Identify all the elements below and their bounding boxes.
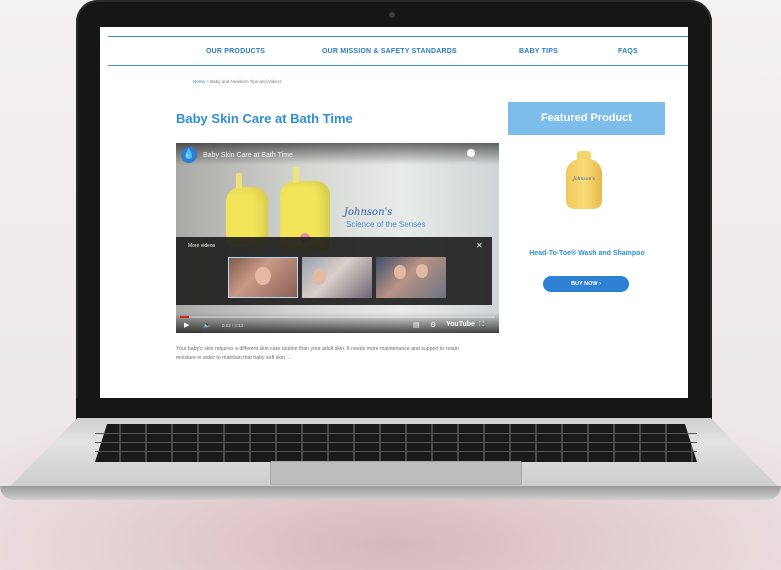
video-progress-fill <box>180 316 190 318</box>
subtitles-icon[interactable]: ▤ <box>413 321 420 329</box>
video-controls: ▶ 🔈 0:02 / 2:13 ▤ ⚙ YouTube ⛶ <box>176 313 499 333</box>
trackpad <box>270 461 522 485</box>
breadcrumb-current[interactable]: Baby and Newborn Tips and Videos <box>210 79 281 84</box>
video-player[interactable]: Johnson's Science of the Senses 💧 Baby S… <box>176 143 499 333</box>
keyboard <box>95 424 697 462</box>
watch-later-icon[interactable] <box>467 149 475 157</box>
webcam-icon <box>389 12 395 18</box>
nav-item-our-products[interactable]: OUR PRODUCTS <box>206 48 265 55</box>
watch-later-label: Watch later <box>455 160 476 165</box>
video-time: 0:02 / 2:13 <box>222 323 244 328</box>
more-videos-panel: More videos ✕ <box>176 237 492 305</box>
youtube-logo[interactable]: YouTube <box>446 321 475 328</box>
header-top-line <box>108 36 688 37</box>
page-title: Baby Skin Care at Bath Time <box>176 111 353 126</box>
bottle-pump-image-2 <box>293 167 299 183</box>
main-nav: OUR PRODUCTS OUR MISSION & SAFETY STANDA… <box>100 41 688 65</box>
product-name-link[interactable]: Head-To-Toe® Wash and Shampoo <box>525 249 649 258</box>
play-icon[interactable]: ▶ <box>184 321 189 329</box>
video-brand-logo: Johnson's <box>344 207 393 218</box>
article-description: Your baby's skin requires a different sk… <box>176 346 459 361</box>
nav-item-faqs[interactable]: FAQS <box>618 48 638 55</box>
keyboard-row-divider <box>95 442 697 443</box>
fullscreen-icon[interactable]: ⛶ <box>479 321 484 329</box>
close-icon[interactable]: ✕ <box>476 241 483 250</box>
featured-product-heading: Featured Product <box>508 102 665 135</box>
breadcrumb-home-link[interactable]: Home <box>193 79 205 84</box>
laptop-front-edge <box>0 486 781 500</box>
channel-logo-icon[interactable]: 💧 <box>181 147 197 163</box>
bottle-pump-image <box>236 173 242 189</box>
laptop-screen: OUR PRODUCTS OUR MISSION & SAFETY STANDA… <box>100 27 688 398</box>
product-bottle-label: Johnson's <box>573 177 595 182</box>
screen-bottom-bezel <box>76 398 712 420</box>
more-videos-label: More videos <box>188 243 216 249</box>
thumbnail-face-image <box>394 265 406 279</box>
thumbnail-face-image <box>312 269 326 285</box>
nav-item-baby-tips[interactable]: BABY TIPS <box>519 48 558 55</box>
settings-gear-icon[interactable]: ⚙ <box>430 321 436 329</box>
breadcrumb-separator: > <box>206 79 209 84</box>
volume-icon[interactable]: 🔈 <box>203 321 212 329</box>
video-thumbnail[interactable] <box>302 257 372 298</box>
keyboard-row-divider <box>95 451 697 452</box>
buy-now-button[interactable]: BUY NOW › <box>543 276 629 292</box>
video-title[interactable]: Baby Skin Care at Bath Time <box>203 152 293 159</box>
nav-bottom-line <box>108 65 688 66</box>
thumbnail-face-image <box>255 267 271 285</box>
video-top-bar: 💧 Baby Skin Care at Bath Time Watch late… <box>176 143 499 165</box>
video-thumbnail[interactable] <box>376 257 446 298</box>
laptop-lid: OUR PRODUCTS OUR MISSION & SAFETY STANDA… <box>76 0 712 420</box>
video-progress-bar[interactable] <box>180 316 495 318</box>
video-thumbnail[interactable] <box>228 257 298 298</box>
keyboard-row-divider <box>95 433 697 434</box>
breadcrumb: Home > Baby and Newborn Tips and Videos <box>193 79 282 84</box>
thumbnail-face-image-2 <box>416 264 428 278</box>
video-brand-tagline: Science of the Senses <box>346 220 426 229</box>
nav-item-mission-safety[interactable]: OUR MISSION & SAFETY STANDARDS <box>322 48 457 55</box>
